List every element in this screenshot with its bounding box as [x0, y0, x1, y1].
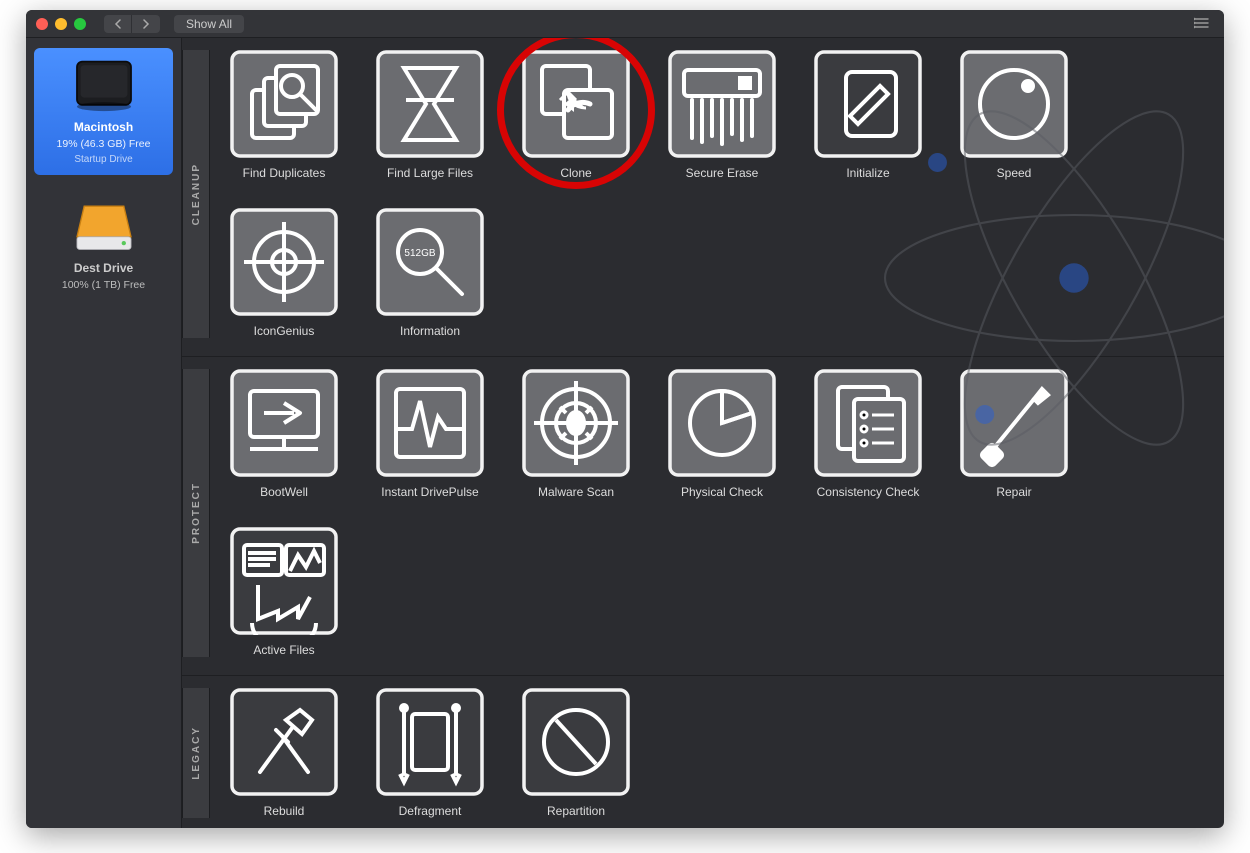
pie-icon [668, 369, 776, 477]
pencil-icon [814, 50, 922, 158]
tool-label: Information [400, 324, 460, 338]
pulse-icon [376, 369, 484, 477]
tool-label: Malware Scan [538, 485, 614, 499]
tool-label: Repartition [547, 804, 605, 818]
main-panel: CLEANUP Find Duplicates Find Large Files [182, 38, 1224, 828]
bootwell-icon [230, 369, 338, 477]
back-button[interactable] [104, 15, 132, 33]
tool-label: Physical Check [681, 485, 763, 499]
titlebar: Show All [26, 10, 1224, 38]
active-files-icon [230, 527, 338, 635]
tool-label: Find Duplicates [243, 166, 326, 180]
tool-label: Defragment [399, 804, 462, 818]
tool-repair[interactable]: Repair [956, 369, 1072, 499]
drive-name: Dest Drive [74, 261, 133, 275]
tool-repartition[interactable]: Repartition [518, 688, 634, 818]
bug-target-icon [522, 369, 630, 477]
gauge-icon [960, 50, 1068, 158]
tool-instant-drivepulse[interactable]: Instant DrivePulse [372, 369, 488, 499]
close-window-button[interactable] [36, 18, 48, 30]
tool-active-files[interactable]: Active Files [226, 527, 342, 657]
sidebar: Macintosh 19% (46.3 GB) Free Startup Dri… [26, 38, 182, 828]
tool-speed[interactable]: Speed [956, 50, 1072, 180]
list-view-button[interactable] [1190, 16, 1214, 32]
tool-malware-scan[interactable]: Malware Scan [518, 369, 634, 499]
tool-label: Instant DrivePulse [381, 485, 478, 499]
large-files-icon [376, 50, 484, 158]
checklist-icon [814, 369, 922, 477]
section-title: LEGACY [191, 726, 202, 780]
hammer-icon [230, 688, 338, 796]
drive-free-space: 100% (1 TB) Free [62, 279, 145, 291]
tool-label: Rebuild [264, 804, 305, 818]
drive-dest-drive[interactable]: Dest Drive 100% (1 TB) Free [34, 189, 173, 301]
tool-label: IconGenius [254, 324, 315, 338]
show-all-button[interactable]: Show All [174, 15, 244, 33]
drive-name: Macintosh [74, 120, 133, 134]
tool-label: BootWell [260, 485, 308, 499]
shred-icon [668, 50, 776, 158]
tool-physical-check[interactable]: Physical Check [664, 369, 780, 499]
duplicates-icon [230, 50, 338, 158]
tool-rebuild[interactable]: Rebuild [226, 688, 342, 818]
minimize-window-button[interactable] [55, 18, 67, 30]
target-icon [230, 208, 338, 316]
tool-label: Repair [996, 485, 1031, 499]
screwdriver-icon [960, 369, 1068, 477]
tool-find-large-files[interactable]: Find Large Files [372, 50, 488, 180]
tool-consistency-check[interactable]: Consistency Check [810, 369, 926, 499]
repartition-icon [522, 688, 630, 796]
tool-bootwell[interactable]: BootWell [226, 369, 342, 499]
tool-initialize[interactable]: Initialize [810, 50, 926, 180]
magnify-512-icon: 512GB [376, 208, 484, 316]
section-tab-protect[interactable]: PROTECT [182, 369, 210, 657]
tool-label: Find Large Files [387, 166, 473, 180]
zoom-window-button[interactable] [74, 18, 86, 30]
tool-find-duplicates[interactable]: Find Duplicates [226, 50, 342, 180]
section-tab-legacy[interactable]: LEGACY [182, 688, 210, 818]
tool-label: Clone [560, 166, 591, 180]
drive-free-space: 19% (46.3 GB) Free [57, 138, 151, 150]
tool-label: Secure Erase [686, 166, 759, 180]
tool-label: Speed [997, 166, 1032, 180]
tool-label: Initialize [846, 166, 889, 180]
section-cleanup: CLEANUP Find Duplicates Find Large Files [182, 38, 1224, 357]
forward-button[interactable] [132, 15, 160, 33]
section-legacy: LEGACY Rebuild Defragment [182, 676, 1224, 828]
section-tab-cleanup[interactable]: CLEANUP [182, 50, 210, 338]
tool-label: Consistency Check [817, 485, 920, 499]
tool-defragment[interactable]: Defragment [372, 688, 488, 818]
drive-note: Startup Drive [74, 154, 132, 165]
section-title: CLEANUP [191, 163, 202, 225]
svg-text:512GB: 512GB [404, 248, 435, 259]
window-controls [36, 18, 86, 30]
nav-buttons [104, 15, 160, 33]
clone-icon [522, 50, 630, 158]
section-title: PROTECT [191, 482, 202, 544]
drive-macintosh[interactable]: Macintosh 19% (46.3 GB) Free Startup Dri… [34, 48, 173, 175]
defrag-icon [376, 688, 484, 796]
tool-icon-genius[interactable]: IconGenius [226, 208, 342, 338]
app-window: Show All Macintosh 19% (46.3 GB) Free St… [26, 10, 1224, 828]
tool-clone[interactable]: Clone [518, 50, 634, 180]
tool-secure-erase[interactable]: Secure Erase [664, 50, 780, 180]
tool-label: Active Files [253, 643, 314, 657]
tool-information[interactable]: 512GB Information [372, 208, 488, 338]
section-protect: PROTECT BootWell Instant DrivePulse [182, 357, 1224, 676]
